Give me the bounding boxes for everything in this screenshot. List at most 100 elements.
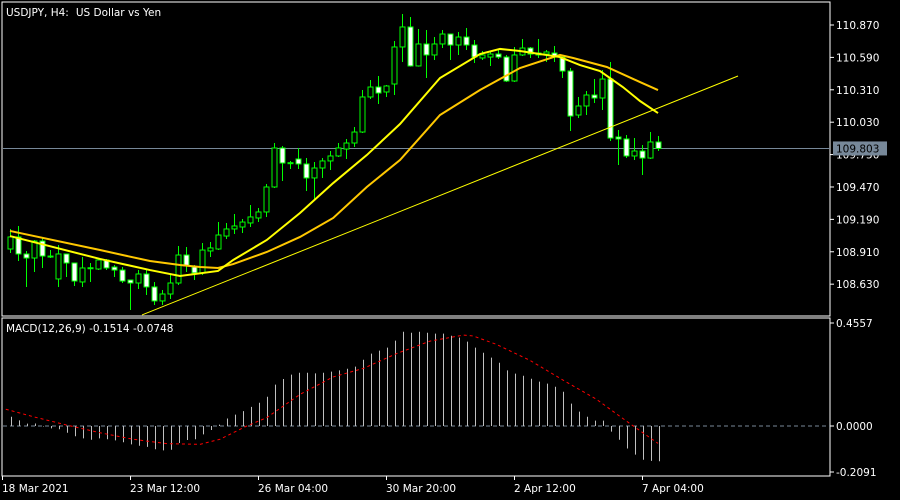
price-tick-label: 110.870	[836, 20, 879, 32]
candle-body	[567, 70, 574, 117]
candle-body	[431, 43, 438, 56]
candle-body	[375, 86, 382, 94]
price-tick-label: 109.190	[836, 214, 879, 226]
candle-body	[583, 94, 590, 107]
candle-body	[631, 150, 638, 157]
background	[0, 0, 900, 500]
candle-body	[655, 141, 662, 149]
candle-body	[55, 253, 62, 280]
candle-body	[135, 273, 142, 284]
price-tick-label: 108.630	[836, 279, 879, 291]
candle-body	[263, 186, 270, 213]
candle-body	[127, 279, 134, 284]
time-tick-label: 7 Apr 04:00	[642, 483, 704, 495]
price-tick-label: 108.910	[836, 247, 879, 259]
candle-body	[159, 293, 166, 302]
candle-body	[495, 53, 502, 58]
candle-body	[591, 94, 598, 99]
candle-body	[47, 255, 54, 258]
candle-body	[71, 262, 78, 282]
candle-body	[207, 247, 214, 252]
candle-body	[359, 96, 366, 133]
price-tick-label: 110.030	[836, 117, 879, 129]
macd-axis-label: 0.4557	[836, 318, 873, 330]
candle-body	[87, 267, 94, 270]
bid-price-text: 109.803	[836, 143, 879, 155]
candle-body	[447, 33, 454, 46]
candle-body	[575, 105, 582, 116]
macd-axis-label: 0.0000	[836, 421, 873, 433]
candle-body	[151, 286, 158, 302]
candle-body	[335, 147, 342, 157]
candle-body	[279, 147, 286, 164]
candle-body	[407, 26, 414, 67]
bear-candle	[623, 135, 630, 159]
candle-body	[511, 54, 518, 82]
candle-body	[319, 160, 326, 169]
price-axis: 110.870110.590110.310110.030109.750109.4…	[830, 20, 879, 291]
candle-body	[391, 46, 398, 85]
bear-candle	[503, 54, 510, 83]
candle-body	[119, 269, 126, 282]
candle-body	[255, 211, 262, 219]
time-tick-label: 18 Mar 2021	[2, 483, 69, 495]
candle-body	[415, 43, 422, 67]
candle-body	[247, 216, 254, 224]
candle-body	[615, 136, 622, 140]
candle-body	[439, 33, 446, 45]
price-tick-label: 110.590	[836, 52, 879, 64]
candle-body	[543, 51, 550, 55]
candle-body	[223, 228, 230, 237]
candle-body	[479, 54, 486, 59]
bull-candle	[271, 143, 278, 189]
candle-body	[63, 253, 70, 264]
candle-body	[311, 167, 318, 179]
candle-body	[239, 221, 246, 228]
bull-candle	[263, 183, 270, 217]
price-tick-label: 109.470	[836, 182, 879, 194]
candle-body	[327, 155, 334, 162]
candle-body	[287, 162, 294, 165]
candle-body	[623, 138, 630, 157]
bull-candle	[95, 258, 102, 271]
candle-body	[647, 141, 654, 159]
candle-body	[351, 131, 358, 144]
candle-body	[383, 85, 390, 93]
candle-body	[639, 150, 646, 159]
candle-body	[199, 249, 206, 274]
candle-body	[167, 282, 174, 295]
candle-body	[79, 267, 86, 283]
time-tick-label: 23 Mar 12:00	[130, 483, 200, 495]
candle-body	[143, 273, 150, 288]
chart-title: USDJPY, H4: US Dollar vs Yen	[6, 7, 161, 19]
candle-body	[463, 36, 470, 46]
bid-price-label: 109.803	[833, 141, 887, 156]
candle-body	[599, 78, 606, 99]
time-tick-label: 30 Mar 20:00	[386, 483, 456, 495]
price-tick-label: 110.310	[836, 85, 879, 97]
candle-body	[231, 225, 238, 230]
candle-body	[487, 53, 494, 58]
candle-body	[343, 142, 350, 150]
candle-body	[399, 26, 406, 48]
candle-body	[607, 78, 614, 139]
candle-body	[303, 163, 310, 179]
candle-body	[423, 43, 430, 56]
chart-window[interactable]: 110.870110.590110.310110.030109.750109.4…	[0, 0, 900, 500]
time-tick-label: 2 Apr 12:00	[514, 483, 576, 495]
candle-body	[367, 86, 374, 98]
macd-axis-label: -0.2091	[836, 467, 877, 479]
candle-body	[183, 254, 190, 267]
candle-body	[95, 259, 102, 270]
candle-body	[111, 266, 118, 271]
time-tick-label: 26 Mar 04:00	[258, 483, 328, 495]
candle-body	[271, 147, 278, 188]
candle-body	[7, 236, 14, 250]
macd-label: MACD(12,26,9) -0.1514 -0.0748	[6, 323, 173, 335]
candle-body	[215, 234, 222, 250]
candle-body	[23, 253, 30, 259]
candle-body	[175, 254, 182, 284]
candle-body	[191, 266, 198, 274]
candle-body	[455, 36, 462, 46]
candle-body	[295, 158, 302, 165]
